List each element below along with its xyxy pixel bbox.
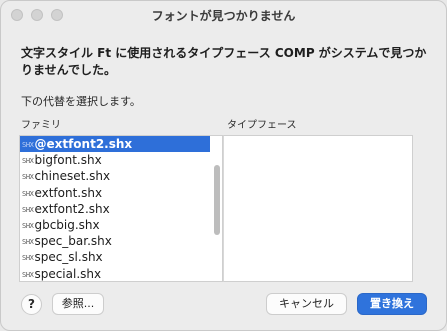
replace-button[interactable]: 置き換え [357,293,427,315]
dialog-instruction: 下の代替を選択します。 [21,95,141,108]
font-not-found-dialog: フォントが見つかりません 文字スタイル Ft に使用されるタイプフェース COM… [0,0,447,331]
family-item-name: bigfont.shx [34,153,102,168]
family-list-item[interactable]: SHXextfont2.shx [20,201,210,217]
dialog-message: 文字スタイル Ft に使用されるタイプフェース COMP がシステムで見つかりま… [21,46,427,77]
family-list-item[interactable]: SHXspecial.shx [20,266,210,282]
family-list-item[interactable]: SHXchineset.shx [20,168,210,184]
family-list[interactable]: SHX@extfont2.shx SHXbigfont.shx SHXchinese… [19,135,223,282]
family-item-name: chineset.shx [34,169,111,184]
shx-font-icon: SHX [22,205,34,214]
family-list-item[interactable]: SHXextfont.shx [20,185,210,201]
family-item-name: spec_bar.shx [34,234,112,249]
shx-font-icon: SHX [22,254,34,263]
typeface-column-label: タイプフェース [227,120,297,131]
family-list-scrollbar[interactable] [212,137,222,280]
shx-font-icon: SHX [22,173,34,182]
family-list-item[interactable]: SHX@extfont2.shx [20,136,210,153]
family-list-items: SHX@extfont2.shx SHXbigfont.shx SHXchinese… [20,136,210,282]
shx-font-icon: SHX [22,270,34,279]
family-list-item[interactable]: SHXspec_sl.shx [20,249,210,265]
shx-font-icon: SHX [22,221,34,230]
shx-font-icon: SHX [22,189,34,198]
shx-font-icon: SHX [22,141,34,149]
title-bar: フォントが見つかりません [1,1,446,29]
family-column-label: ファミリ [21,120,61,131]
cancel-button[interactable]: キャンセル [266,293,347,315]
family-item-name: spec_sl.shx [34,250,103,265]
shx-font-icon: SHX [22,238,34,247]
browse-button[interactable]: 参照... [52,293,104,315]
shx-font-icon: SHX [22,157,34,166]
family-list-item[interactable]: SHXgbcbig.shx [20,217,210,233]
family-item-name: extfont2.shx [34,201,110,216]
family-item-name: gbcbig.shx [34,217,100,232]
family-item-name: @extfont2.shx [34,137,133,151]
typeface-list[interactable] [223,135,413,282]
scrollbar-thumb[interactable] [214,165,220,235]
family-list-item[interactable]: SHXspec_bar.shx [20,233,210,249]
help-button[interactable]: ? [21,294,42,315]
family-item-name: special.shx [34,266,102,281]
window-title: フォントが見つかりません [151,9,296,23]
family-list-item[interactable]: SHXbigfont.shx [20,152,210,168]
family-item-name: extfont.shx [34,185,103,200]
